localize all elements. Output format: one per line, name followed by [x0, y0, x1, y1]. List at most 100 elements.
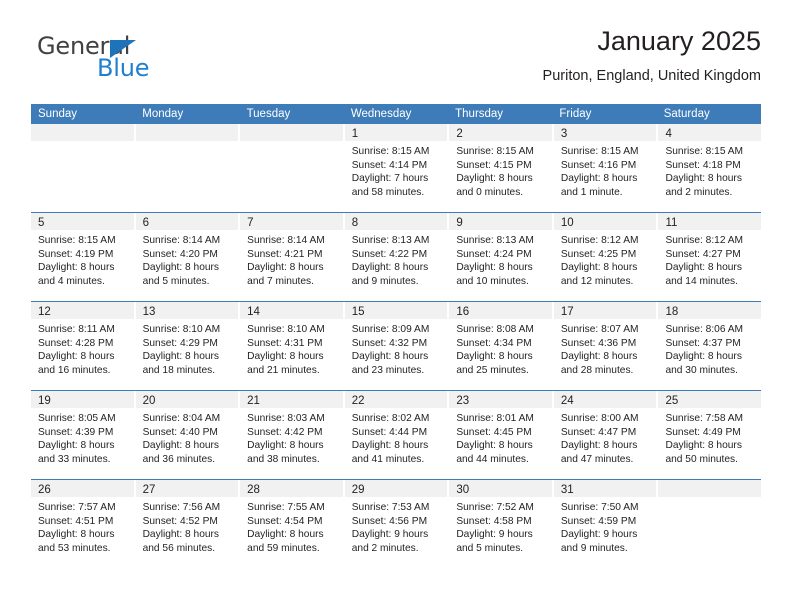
- daylight-text-cont: and 10 minutes.: [456, 275, 529, 287]
- day-cell[interactable]: 31 Sunrise: 7:50 AM Sunset: 4:59 PM Dayligh…: [553, 480, 659, 568]
- day-cell[interactable]: 30 Sunrise: 7:52 AM Sunset: 4:58 PM Dayligh…: [449, 480, 554, 568]
- day-number-band: 21: [240, 391, 343, 408]
- sunrise-text: Sunrise: 8:13 AM: [351, 235, 430, 246]
- day-number: 5: [38, 217, 45, 229]
- day-number-band: 2: [449, 124, 552, 141]
- day-number: 25: [665, 395, 679, 407]
- day-cell[interactable]: 13 Sunrise: 8:10 AM Sunset: 4:29 PM Dayligh…: [135, 302, 241, 390]
- day-number: 28: [247, 484, 260, 496]
- daylight-text-cont: and 56 minutes.: [142, 542, 216, 554]
- day-number: 19: [38, 395, 51, 407]
- weekday-header-thursday: Thursday: [455, 108, 504, 120]
- day-cell[interactable]: 27 Sunrise: 7:56 AM Sunset: 4:52 PM Dayligh…: [135, 480, 241, 568]
- sunset-text: Sunset: 4:34 PM: [456, 337, 532, 349]
- daylight-text: Daylight: 8 hours: [351, 351, 429, 363]
- day-details: Sunrise: 7:56 AM Sunset: 4:52 PM Daylight:…: [136, 497, 239, 555]
- sunrise-text: Sunrise: 8:13 AM: [456, 235, 534, 246]
- day-cell[interactable]: 26 Sunrise: 7:57 AM Sunset: 4:51 PM Dayligh…: [31, 480, 136, 568]
- day-cell[interactable]: 28 Sunrise: 7:55 AM Sunset: 4:54 PM Dayligh…: [240, 480, 345, 568]
- sunrise-text: Sunrise: 7:55 AM: [247, 502, 325, 513]
- weekday-header-wednesday: Wednesday: [350, 108, 412, 120]
- daylight-text-cont: and 28 minutes.: [560, 364, 634, 376]
- day-cell[interactable]: 1 Sunrise: 8:15 AM Sunset: 4:14 PM Daylight…: [344, 124, 450, 212]
- daylight-text-cont: and 25 minutes.: [456, 364, 529, 376]
- day-details: Sunrise: 8:15 AM Sunset: 4:14 PM Daylight:…: [345, 141, 448, 199]
- sunset-text: Sunset: 4:39 PM: [38, 426, 114, 438]
- day-cell[interactable]: 24 Sunrise: 8:00 AM Sunset: 4:47 PM Dayligh…: [553, 391, 659, 479]
- weekday-header-monday: Monday: [142, 108, 184, 120]
- day-details: Sunrise: 8:11 AM Sunset: 4:28 PM Daylight:…: [31, 319, 134, 377]
- day-number: 26: [38, 484, 51, 496]
- sunrise-text: Sunrise: 8:09 AM: [351, 324, 430, 335]
- day-cell[interactable]: 20 Sunrise: 8:04 AM Sunset: 4:40 PM Dayligh…: [135, 391, 241, 479]
- day-number: 13: [142, 306, 156, 318]
- sunset-text: Sunset: 4:59 PM: [560, 515, 637, 527]
- logo-text-blue: Blue: [97, 54, 150, 82]
- weekday-header-sunday: Sunday: [38, 108, 78, 120]
- week-row: 26 Sunrise: 7:57 AM Sunset: 4:51 PM Dayligh…: [31, 479, 762, 568]
- sunset-text: Sunset: 4:24 PM: [456, 248, 532, 260]
- day-number: 15: [351, 306, 365, 318]
- daylight-text: Daylight: 8 hours: [665, 173, 742, 185]
- day-cell[interactable]: 8 Sunrise: 8:13 AM Sunset: 4:22 PM Daylight…: [344, 213, 450, 301]
- day-cell[interactable]: 16 Sunrise: 8:08 AM Sunset: 4:34 PM Dayligh…: [449, 302, 554, 390]
- day-cell[interactable]: 7 Sunrise: 8:14 AM Sunset: 4:21 PM Daylight…: [240, 213, 345, 301]
- day-cell[interactable]: 22 Sunrise: 8:02 AM Sunset: 4:44 PM Dayligh…: [344, 391, 450, 479]
- day-details: Sunrise: 8:13 AM Sunset: 4:22 PM Daylight:…: [345, 230, 448, 288]
- day-cell[interactable]: 18 Sunrise: 8:06 AM Sunset: 4:37 PM Dayligh…: [658, 302, 762, 390]
- day-details: Sunrise: 8:12 AM Sunset: 4:25 PM Daylight:…: [554, 230, 657, 288]
- day-number-band: 8: [344, 213, 448, 230]
- sunrise-text: Sunrise: 8:01 AM: [456, 413, 534, 424]
- general-blue-logo[interactable]: General Blue: [37, 32, 237, 84]
- sunrise-text: Sunrise: 8:12 AM: [665, 235, 744, 246]
- day-cell[interactable]: 11 Sunrise: 8:12 AM Sunset: 4:27 PM Dayligh…: [658, 213, 762, 301]
- sunrise-text: Sunrise: 8:04 AM: [142, 413, 221, 424]
- day-number-band: 30: [449, 480, 552, 497]
- day-cell[interactable]: 17 Sunrise: 8:07 AM Sunset: 4:36 PM Dayligh…: [553, 302, 659, 390]
- day-cell[interactable]: 21 Sunrise: 8:03 AM Sunset: 4:42 PM Dayligh…: [240, 391, 345, 479]
- day-cell[interactable]: 10 Sunrise: 8:12 AM Sunset: 4:25 PM Dayligh…: [553, 213, 659, 301]
- sunset-text: Sunset: 4:44 PM: [351, 426, 428, 438]
- day-cell[interactable]: 2 Sunrise: 8:15 AM Sunset: 4:15 PM Daylight…: [449, 124, 554, 212]
- day-number: 23: [456, 395, 470, 407]
- day-cell[interactable]: 9 Sunrise: 8:13 AM Sunset: 4:24 PM Daylight…: [449, 213, 554, 301]
- day-cell[interactable]: 19 Sunrise: 8:05 AM Sunset: 4:39 PM Dayligh…: [31, 391, 136, 479]
- day-cell[interactable]: 14 Sunrise: 8:10 AM Sunset: 4:31 PM Dayligh…: [240, 302, 345, 390]
- daylight-text-cont: and 5 minutes.: [142, 275, 210, 287]
- daylight-text-cont: and 2 minutes.: [351, 542, 419, 554]
- weekday-header-tuesday: Tuesday: [246, 108, 291, 120]
- day-number: 22: [351, 395, 365, 407]
- day-cell[interactable]: 6 Sunrise: 8:14 AM Sunset: 4:20 PM Daylight…: [135, 213, 241, 301]
- daylight-text-cont: and 2 minutes.: [665, 186, 733, 198]
- day-details: Sunrise: 8:15 AM Sunset: 4:16 PM Daylight:…: [554, 141, 657, 199]
- sunset-text: Sunset: 4:22 PM: [351, 248, 428, 260]
- day-cell[interactable]: 4 Sunrise: 8:15 AM Sunset: 4:18 PM Daylight…: [658, 124, 762, 212]
- daylight-text: Daylight: 8 hours: [142, 351, 220, 363]
- day-cell[interactable]: 12 Sunrise: 8:11 AM Sunset: 4:28 PM Dayligh…: [31, 302, 136, 390]
- sunset-text: Sunset: 4:58 PM: [456, 515, 532, 527]
- daylight-text: Daylight: 8 hours: [247, 351, 324, 363]
- daylight-text: Daylight: 8 hours: [38, 529, 115, 541]
- daylight-text-cont: and 16 minutes.: [38, 364, 111, 376]
- day-number-band: 9: [449, 213, 552, 230]
- day-number-band: 18: [658, 302, 762, 319]
- day-number: 18: [665, 306, 679, 318]
- day-cell[interactable]: 15 Sunrise: 8:09 AM Sunset: 4:32 PM Dayligh…: [344, 302, 450, 390]
- day-cell[interactable]: 29 Sunrise: 7:53 AM Sunset: 4:56 PM Dayligh…: [344, 480, 450, 568]
- day-number-band: 4: [658, 124, 762, 141]
- daylight-text-cont: and 47 minutes.: [560, 453, 634, 465]
- day-cell[interactable]: 25 Sunrise: 7:58 AM Sunset: 4:49 PM Dayligh…: [658, 391, 762, 479]
- daylight-text: Daylight: 8 hours: [665, 440, 742, 452]
- day-number-band: 25: [658, 391, 762, 408]
- sunrise-text: Sunrise: 7:50 AM: [560, 502, 639, 513]
- sunrise-text: Sunrise: 8:06 AM: [665, 324, 744, 335]
- day-number-band: [658, 480, 762, 497]
- day-cell[interactable]: 5 Sunrise: 8:15 AM Sunset: 4:19 PM Daylight…: [31, 213, 136, 301]
- day-number: 3: [560, 128, 568, 140]
- day-cell[interactable]: 3 Sunrise: 8:15 AM Sunset: 4:16 PM Daylight…: [553, 124, 659, 212]
- sunset-text: Sunset: 4:25 PM: [560, 248, 637, 260]
- daylight-text-cont: and 18 minutes.: [142, 364, 216, 376]
- day-number: 12: [38, 306, 51, 318]
- weekday-header-friday: Friday: [559, 108, 592, 120]
- day-cell[interactable]: 23 Sunrise: 8:01 AM Sunset: 4:45 PM Dayligh…: [449, 391, 554, 479]
